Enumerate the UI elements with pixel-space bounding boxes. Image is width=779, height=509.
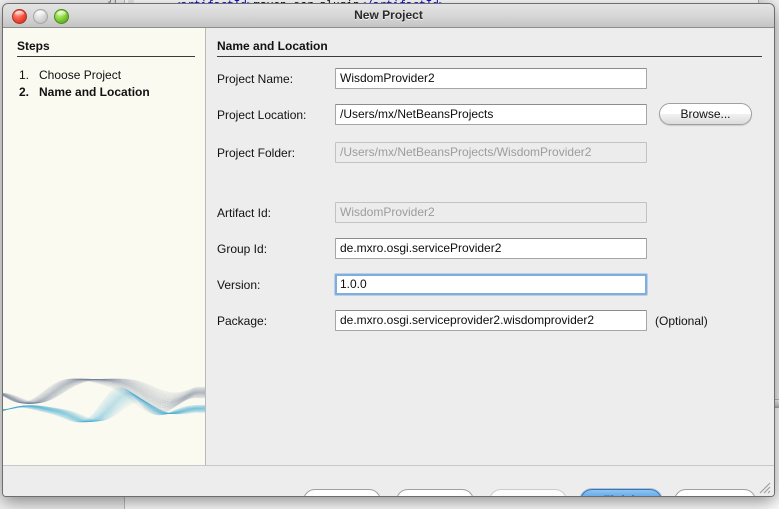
group-id-input[interactable]: de.mxro.osgi.serviceProvider2: [335, 238, 647, 259]
project-location-input[interactable]: /Users/mx/NetBeansProjects: [335, 104, 647, 125]
project-folder-input: /Users/mx/NetBeansProjects/WisdomProvide…: [335, 142, 647, 163]
dialog-body: Steps 1. Choose Project 2. Name and Locati…: [3, 28, 774, 496]
steps-heading: Steps: [17, 39, 50, 53]
step-item-1: 1. Choose Project: [19, 68, 121, 82]
resize-grip[interactable]: [758, 481, 771, 494]
section-divider: [217, 56, 762, 57]
label-project-folder: Project Folder:: [217, 146, 296, 160]
label-project-location: Project Location:: [217, 108, 307, 122]
label-package: Package:: [217, 314, 268, 328]
steps-divider: [17, 56, 195, 57]
package-input[interactable]: de.mxro.osgi.serviceprovider2.wisdomprov…: [335, 310, 647, 331]
label-artifact-id: Artifact Id:: [217, 206, 272, 220]
version-input[interactable]: 1.0.0: [335, 274, 647, 295]
help-button[interactable]: Help: [303, 489, 381, 496]
finish-button[interactable]: Finish: [580, 489, 662, 496]
label-group-id: Group Id:: [217, 242, 268, 256]
button-bar-divider: [3, 465, 774, 466]
main-panel: Name and Location Project Name: WisdomPr…: [206, 28, 774, 465]
step-2-label: Name and Location: [39, 85, 150, 99]
project-name-input[interactable]: WisdomProvider2: [335, 68, 647, 89]
label-project-name: Project Name:: [217, 72, 294, 86]
next-button: Next >: [489, 489, 567, 496]
section-title: Name and Location: [217, 39, 328, 53]
step-1-label: Choose Project: [39, 68, 122, 82]
step-2-number: 2.: [19, 85, 30, 99]
back-button[interactable]: < Back: [396, 489, 474, 496]
dialog-title: New Project: [354, 8, 423, 22]
artifact-id-input: WisdomProvider2: [335, 202, 647, 223]
dialog-titlebar[interactable]: New Project: [3, 4, 774, 28]
browse-button[interactable]: Browse...: [659, 103, 752, 125]
new-project-dialog: New Project Steps 1. Choose Project 2. Nam…: [2, 3, 775, 497]
step-item-2: 2. Name and Location: [19, 85, 150, 99]
screen: 31 <artifactId>maven-scr-plugin</artifac…: [0, 0, 779, 509]
steps-panel: Steps 1. Choose Project 2. Name and Locati…: [3, 28, 206, 465]
decorative-wave-graphic: [3, 378, 205, 423]
cancel-button[interactable]: Cancel: [674, 489, 756, 496]
label-version: Version:: [217, 278, 261, 292]
step-1-number: 1.: [19, 68, 30, 82]
package-optional-note: (Optional): [655, 314, 708, 328]
